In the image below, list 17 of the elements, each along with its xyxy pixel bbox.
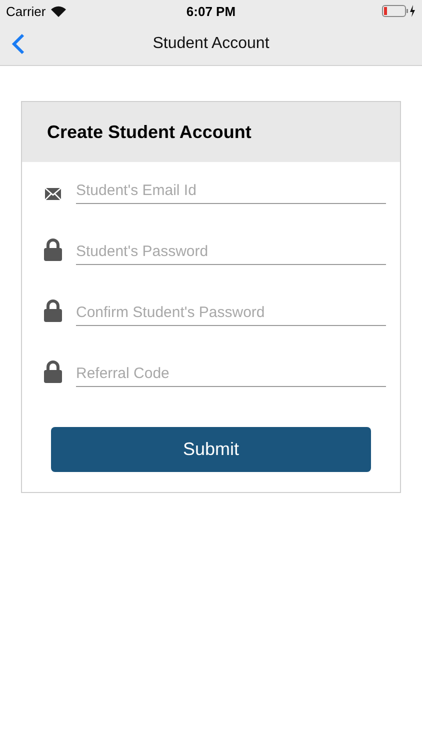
carrier-name: Carrier [6,4,46,18]
input-field[interactable]: Confirm Student's Password [76,298,386,326]
card-title: Create Student Account [47,122,252,142]
back-chevron-icon [12,32,25,54]
back-button[interactable] [12,32,25,54]
lock-icon [44,299,62,322]
lock-icon [44,360,62,383]
status-time: 6:07 PM [186,4,236,18]
input-field[interactable]: Student's Email Id [76,176,386,204]
mail-icon [45,188,61,200]
nav-title: Student Account [152,34,270,52]
lock-icon [44,238,62,261]
submit-button[interactable]: Submit [51,427,371,472]
input-field[interactable]: Referral Code [76,359,386,387]
battery-icon [382,5,416,17]
input-field[interactable]: Student's Password [76,237,386,265]
wifi-icon [50,6,66,16]
